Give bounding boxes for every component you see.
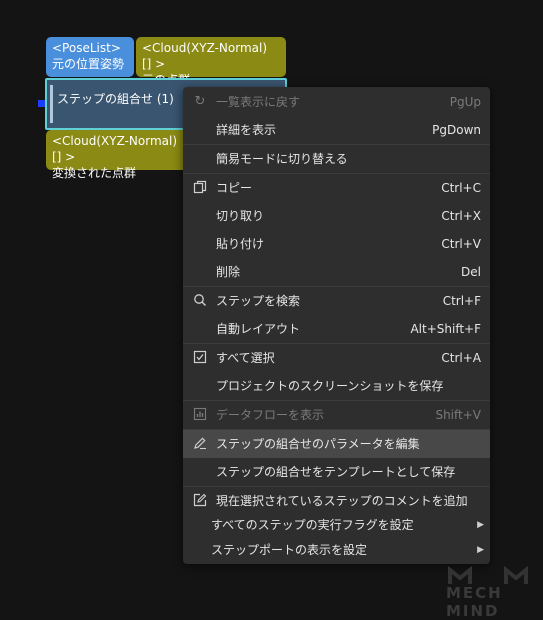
menu-item-label: ステップを検索 bbox=[216, 294, 301, 308]
logo-wordmark: MECH MIND bbox=[446, 584, 503, 620]
menu-item-label: 切り取り bbox=[216, 209, 265, 223]
menu-item-shortcut: PgUp bbox=[449, 95, 481, 109]
menu-item-shortcut: Shift+V bbox=[435, 408, 481, 422]
menu-item-label: 削除 bbox=[216, 265, 241, 279]
step-node-title: ステップの組合せ (1) bbox=[57, 92, 174, 106]
menu-item-label: 一覧表示に戻す bbox=[216, 95, 301, 109]
output-port-cloud[interactable]: <Cloud(XYZ-Normal) [] > 変換された点群 bbox=[46, 130, 192, 180]
bar-chart-icon bbox=[192, 407, 208, 423]
menu-item-copy[interactable]: コピー Ctrl+C bbox=[183, 174, 490, 202]
menu-item-label: コピー bbox=[216, 181, 253, 195]
input-port-poselist[interactable]: <PoseList> 元の位置姿勢 bbox=[46, 37, 134, 77]
menu-item-add-comment[interactable]: 現在選択されているステップのコメントを追加 bbox=[183, 487, 490, 515]
menu-item-save-template[interactable]: ステップの組合せをテンプレートとして保存 bbox=[183, 458, 490, 486]
edit-note-icon bbox=[192, 493, 208, 509]
menu-item-delete[interactable]: 削除 Del bbox=[183, 258, 490, 286]
context-menu: ↻ 一覧表示に戻す PgUp 詳細を表示 PgDown 簡易モードに切り替える … bbox=[183, 87, 490, 564]
input-port-cloud[interactable]: <Cloud(XYZ-Normal) [] > 元の点群 bbox=[136, 37, 286, 87]
menu-item-shortcut: PgDown bbox=[432, 123, 481, 137]
port-desc: 変換された点群 bbox=[52, 166, 137, 180]
menu-item-label: プロジェクトのスクリーンショットを保存 bbox=[216, 379, 444, 393]
menu-item-shortcut: Ctrl+F bbox=[442, 294, 481, 308]
checkbox-icon bbox=[192, 350, 208, 366]
connection-anchor[interactable] bbox=[38, 100, 45, 107]
menu-item-shortcut: Del bbox=[461, 265, 481, 279]
menu-item-shortcut: Ctrl+V bbox=[441, 237, 481, 251]
menu-item-show-details[interactable]: 詳細を表示 PgDown bbox=[183, 116, 490, 144]
undo-icon: ↻ bbox=[194, 94, 206, 109]
menu-item-label: 貼り付け bbox=[216, 237, 265, 251]
port-type: <Cloud(XYZ-Normal) [] > bbox=[142, 41, 268, 71]
menu-item-search-step[interactable]: ステップを検索 Ctrl+F bbox=[183, 287, 490, 315]
step-node-bar bbox=[50, 85, 53, 123]
edit-pen-icon bbox=[192, 436, 208, 452]
menu-item-label: ステップの組合せのパラメータを編集 bbox=[216, 437, 420, 451]
copy-icon bbox=[192, 180, 208, 196]
menu-item-show-dataflow[interactable]: データフローを表示 Shift+V bbox=[183, 401, 490, 429]
mech-mind-logo: MECH MIND bbox=[446, 566, 541, 620]
menu-item-label: すべて選択 bbox=[216, 351, 275, 365]
menu-item-shortcut: Alt+Shift+F bbox=[410, 322, 481, 336]
menu-item-label: ステップポートの表示を設定 bbox=[211, 543, 368, 557]
menu-item-label: データフローを表示 bbox=[216, 408, 325, 422]
menu-item-auto-layout[interactable]: 自動レイアウト Alt+Shift+F bbox=[183, 315, 490, 343]
menu-item-save-screenshot[interactable]: プロジェクトのスクリーンショットを保存 bbox=[183, 372, 490, 400]
port-desc: 元の位置姿勢 bbox=[52, 57, 125, 71]
menu-item-label: 現在選択されているステップのコメントを追加 bbox=[216, 494, 468, 508]
menu-item-label: すべてのステップの実行フラグを設定 bbox=[211, 518, 414, 532]
menu-item-label: 自動レイアウト bbox=[216, 322, 301, 336]
menu-item-shortcut: Ctrl+C bbox=[441, 181, 481, 195]
menu-item-cut[interactable]: 切り取り Ctrl+X bbox=[183, 202, 490, 230]
menu-item-select-all[interactable]: すべて選択 Ctrl+A bbox=[183, 344, 490, 372]
menu-item-label: ステップの組合せをテンプレートとして保存 bbox=[216, 465, 456, 479]
chevron-right-icon: ▶ bbox=[477, 545, 484, 555]
port-type: <PoseList> bbox=[52, 41, 121, 55]
menu-item-simple-mode[interactable]: 簡易モードに切り替える bbox=[183, 145, 490, 173]
port-type: <Cloud(XYZ-Normal) [] > bbox=[52, 134, 178, 164]
menu-item-exec-flags[interactable]: すべてのステップの実行フラグを設定 ▶ bbox=[183, 513, 490, 537]
menu-item-back-to-list[interactable]: ↻ 一覧表示に戻す PgUp bbox=[183, 88, 490, 116]
menu-item-label: 簡易モードに切り替える bbox=[216, 152, 348, 166]
menu-item-label: 詳細を表示 bbox=[216, 123, 277, 137]
chevron-right-icon: ▶ bbox=[477, 520, 484, 530]
menu-item-edit-params[interactable]: ステップの組合せのパラメータを編集 bbox=[183, 430, 490, 458]
menu-item-port-display[interactable]: ステップポートの表示を設定 ▶ bbox=[183, 538, 490, 562]
menu-item-shortcut: Ctrl+A bbox=[441, 351, 481, 365]
menu-item-paste[interactable]: 貼り付け Ctrl+V bbox=[183, 230, 490, 258]
menu-item-shortcut: Ctrl+X bbox=[441, 209, 481, 223]
search-icon bbox=[192, 293, 208, 309]
